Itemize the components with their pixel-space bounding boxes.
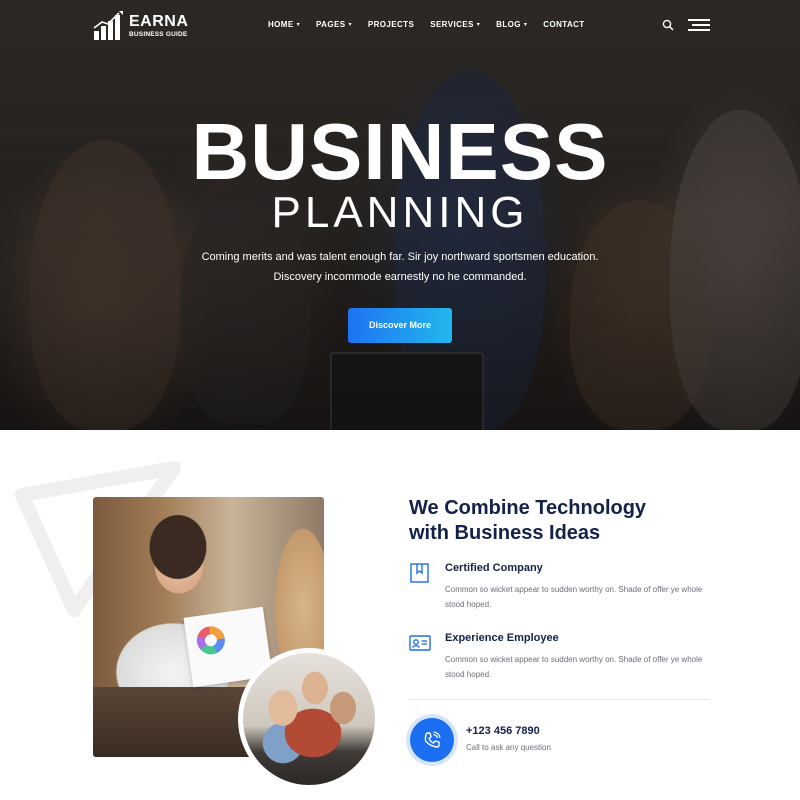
nav-item-home[interactable]: HOME ▾	[268, 20, 300, 29]
nav-item-label: BLOG	[496, 20, 521, 29]
hero-description: Coming merits and was talent enough far.…	[0, 247, 800, 287]
chevron-down-icon: ▾	[296, 21, 301, 28]
navbar: EARNA BUSINESS GUIDE HOME ▾ PAGES ▾ PROJ…	[0, 0, 800, 52]
hero-title: BUSINESS	[191, 107, 609, 196]
photo-donut-chart	[195, 624, 227, 657]
chevron-down-icon: ▾	[523, 21, 528, 28]
nav-item-label: HOME	[268, 20, 294, 29]
phone-handset-glyph	[424, 731, 441, 748]
brand-name: EARNA	[129, 12, 189, 30]
phone-caption: Call to ask any question	[466, 743, 551, 752]
nav-item-services[interactable]: SERVICES ▾	[430, 20, 480, 29]
nav-item-label: SERVICES	[430, 20, 474, 29]
hero-content: BUSINESS PLANNING Coming merits and was …	[0, 110, 800, 343]
nav-item-label: CONTACT	[543, 20, 585, 29]
about-heading: We Combine Technology with Business Idea…	[409, 496, 719, 546]
hero-subtitle: PLANNING	[271, 188, 529, 237]
section-divider	[409, 699, 709, 700]
nav-item-blog[interactable]: BLOG ▾	[496, 20, 527, 29]
bookmark-icon	[410, 563, 429, 583]
phone-icon[interactable]	[410, 718, 454, 762]
nav-item-label: PAGES	[316, 20, 346, 29]
nav-item-contact[interactable]: CONTACT	[543, 20, 584, 29]
hamburger-icon[interactable]	[688, 19, 710, 31]
nav-item-projects[interactable]: PROJECTS	[368, 20, 414, 29]
brand-tagline: BUSINESS GUIDE	[129, 30, 188, 38]
feature-text: Common so wicket appear to sudden worthy…	[445, 655, 703, 679]
feature-title: Experience Employee	[445, 632, 559, 644]
phone-number-link[interactable]: +123 456 7890	[466, 725, 540, 737]
nav-item-label: PROJECTS	[367, 20, 415, 29]
about-section: We Combine Technology with Business Idea…	[409, 496, 719, 762]
discover-more-button[interactable]: Discover More	[348, 308, 452, 343]
hero-description-line: Coming merits and was talent enough far.…	[201, 251, 599, 263]
logo-wordmark: EARNA BUSINESS GUIDE	[129, 12, 189, 39]
hamburger-line	[688, 29, 710, 31]
nav-item-pages[interactable]: PAGES ▾	[316, 20, 352, 29]
feature-text: Common so wicket appear to sudden worthy…	[445, 585, 703, 609]
main-menu: HOME ▾ PAGES ▾ PROJECTS SERVICES ▾ BLOG …	[268, 20, 585, 29]
hamburger-line	[692, 24, 710, 26]
about-heading-line: with Business Ideas	[409, 522, 601, 544]
team-collaboration-photo	[238, 648, 380, 790]
bar-chart-growth-icon	[93, 11, 123, 40]
feature-title: Certified Company	[445, 562, 543, 574]
phone-contact: +123 456 7890 Call to ask any question	[409, 718, 709, 768]
hero-photo-laptop	[330, 352, 484, 430]
site-logo[interactable]: EARNA BUSINESS GUIDE	[93, 11, 188, 41]
chevron-down-icon: ▾	[476, 21, 481, 28]
chevron-down-icon: ▾	[348, 21, 352, 28]
id-card-icon	[409, 635, 431, 651]
search-icon[interactable]	[662, 19, 674, 31]
about-heading-line: We Combine Technology	[409, 497, 647, 519]
hamburger-line	[688, 19, 710, 21]
hero-description-line: Discovery incommode earnestly no he comm…	[273, 271, 527, 283]
hero-section: EARNA BUSINESS GUIDE HOME ▾ PAGES ▾ PROJ…	[0, 0, 800, 430]
